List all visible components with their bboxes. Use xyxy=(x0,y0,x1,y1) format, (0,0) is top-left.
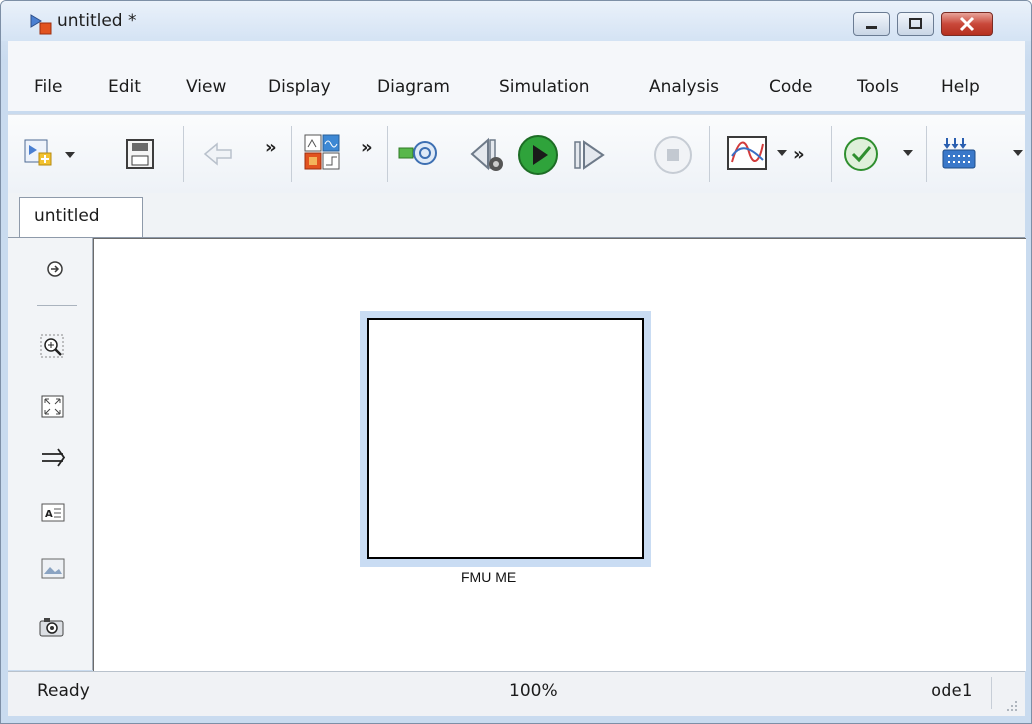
menu-help[interactable]: Help xyxy=(941,77,980,97)
menu-file[interactable]: File xyxy=(34,77,62,97)
svg-text:A: A xyxy=(45,509,53,520)
scope-icon[interactable]: » xyxy=(725,134,821,174)
menu-simulation[interactable]: Simulation xyxy=(499,77,590,97)
status-ready: Ready xyxy=(37,681,90,701)
toolbar-overflow-1[interactable]: » xyxy=(265,137,277,158)
close-icon xyxy=(959,16,975,32)
svg-text:»: » xyxy=(793,144,805,165)
fit-to-view-icon[interactable] xyxy=(41,395,65,419)
palette-divider xyxy=(37,305,77,306)
maximize-icon xyxy=(909,18,922,29)
window-title: untitled * xyxy=(57,11,137,31)
status-solver[interactable]: ode1 xyxy=(931,681,972,701)
build-icon[interactable] xyxy=(939,134,1025,174)
menu-diagram[interactable]: Diagram xyxy=(377,77,450,97)
close-button[interactable] xyxy=(941,12,993,36)
menu-analysis[interactable]: Analysis xyxy=(649,77,719,97)
model-tab-strip xyxy=(8,193,1025,238)
step-forward-icon[interactable] xyxy=(569,134,611,176)
model-advisor-icon[interactable] xyxy=(841,134,921,174)
simulink-model-icon xyxy=(30,14,52,35)
fmu-me-block[interactable] xyxy=(367,318,644,559)
back-arrow-icon[interactable] xyxy=(199,136,239,176)
stop-icon[interactable] xyxy=(651,133,695,177)
menu-code[interactable]: Code xyxy=(769,77,813,97)
model-configuration-icon[interactable] xyxy=(397,134,443,174)
toolbar-separator xyxy=(926,126,927,182)
save-icon[interactable] xyxy=(121,136,161,176)
toolbar-separator xyxy=(291,126,292,182)
status-zoom: 100% xyxy=(509,681,558,701)
maximize-button[interactable] xyxy=(897,12,934,36)
navigate-icon[interactable] xyxy=(45,259,65,279)
toolbar-separator xyxy=(183,126,184,182)
toolbar-separator xyxy=(387,126,388,182)
menu-tools[interactable]: Tools xyxy=(857,77,899,97)
run-icon[interactable] xyxy=(516,133,560,177)
minimize-icon xyxy=(866,26,877,29)
model-window: untitled * File Edit View Display Diagra… xyxy=(0,0,1032,724)
toolbar-separator xyxy=(709,126,710,182)
menu-display[interactable]: Display xyxy=(268,77,331,97)
minimize-button[interactable] xyxy=(853,12,890,36)
tab-untitled-label: untitled xyxy=(34,206,100,226)
fmu-me-block-label[interactable]: FMU ME xyxy=(461,569,516,585)
menu-bar xyxy=(8,41,1025,111)
arrow-icon[interactable] xyxy=(41,448,67,468)
resize-grip-icon[interactable] xyxy=(1005,699,1019,713)
step-back-icon[interactable] xyxy=(466,134,508,176)
camera-icon[interactable] xyxy=(39,616,65,638)
library-browser-icon[interactable] xyxy=(302,132,346,176)
annotation-icon[interactable]: A xyxy=(41,503,65,523)
menu-view[interactable]: View xyxy=(186,77,226,97)
toolbar-overflow-2[interactable]: » xyxy=(361,137,373,158)
zoom-icon[interactable] xyxy=(40,334,66,360)
menu-edit[interactable]: Edit xyxy=(108,77,141,97)
toolbar-separator xyxy=(831,126,832,182)
new-model-icon[interactable] xyxy=(21,136,101,176)
status-separator xyxy=(991,677,992,709)
image-icon[interactable] xyxy=(41,558,65,580)
